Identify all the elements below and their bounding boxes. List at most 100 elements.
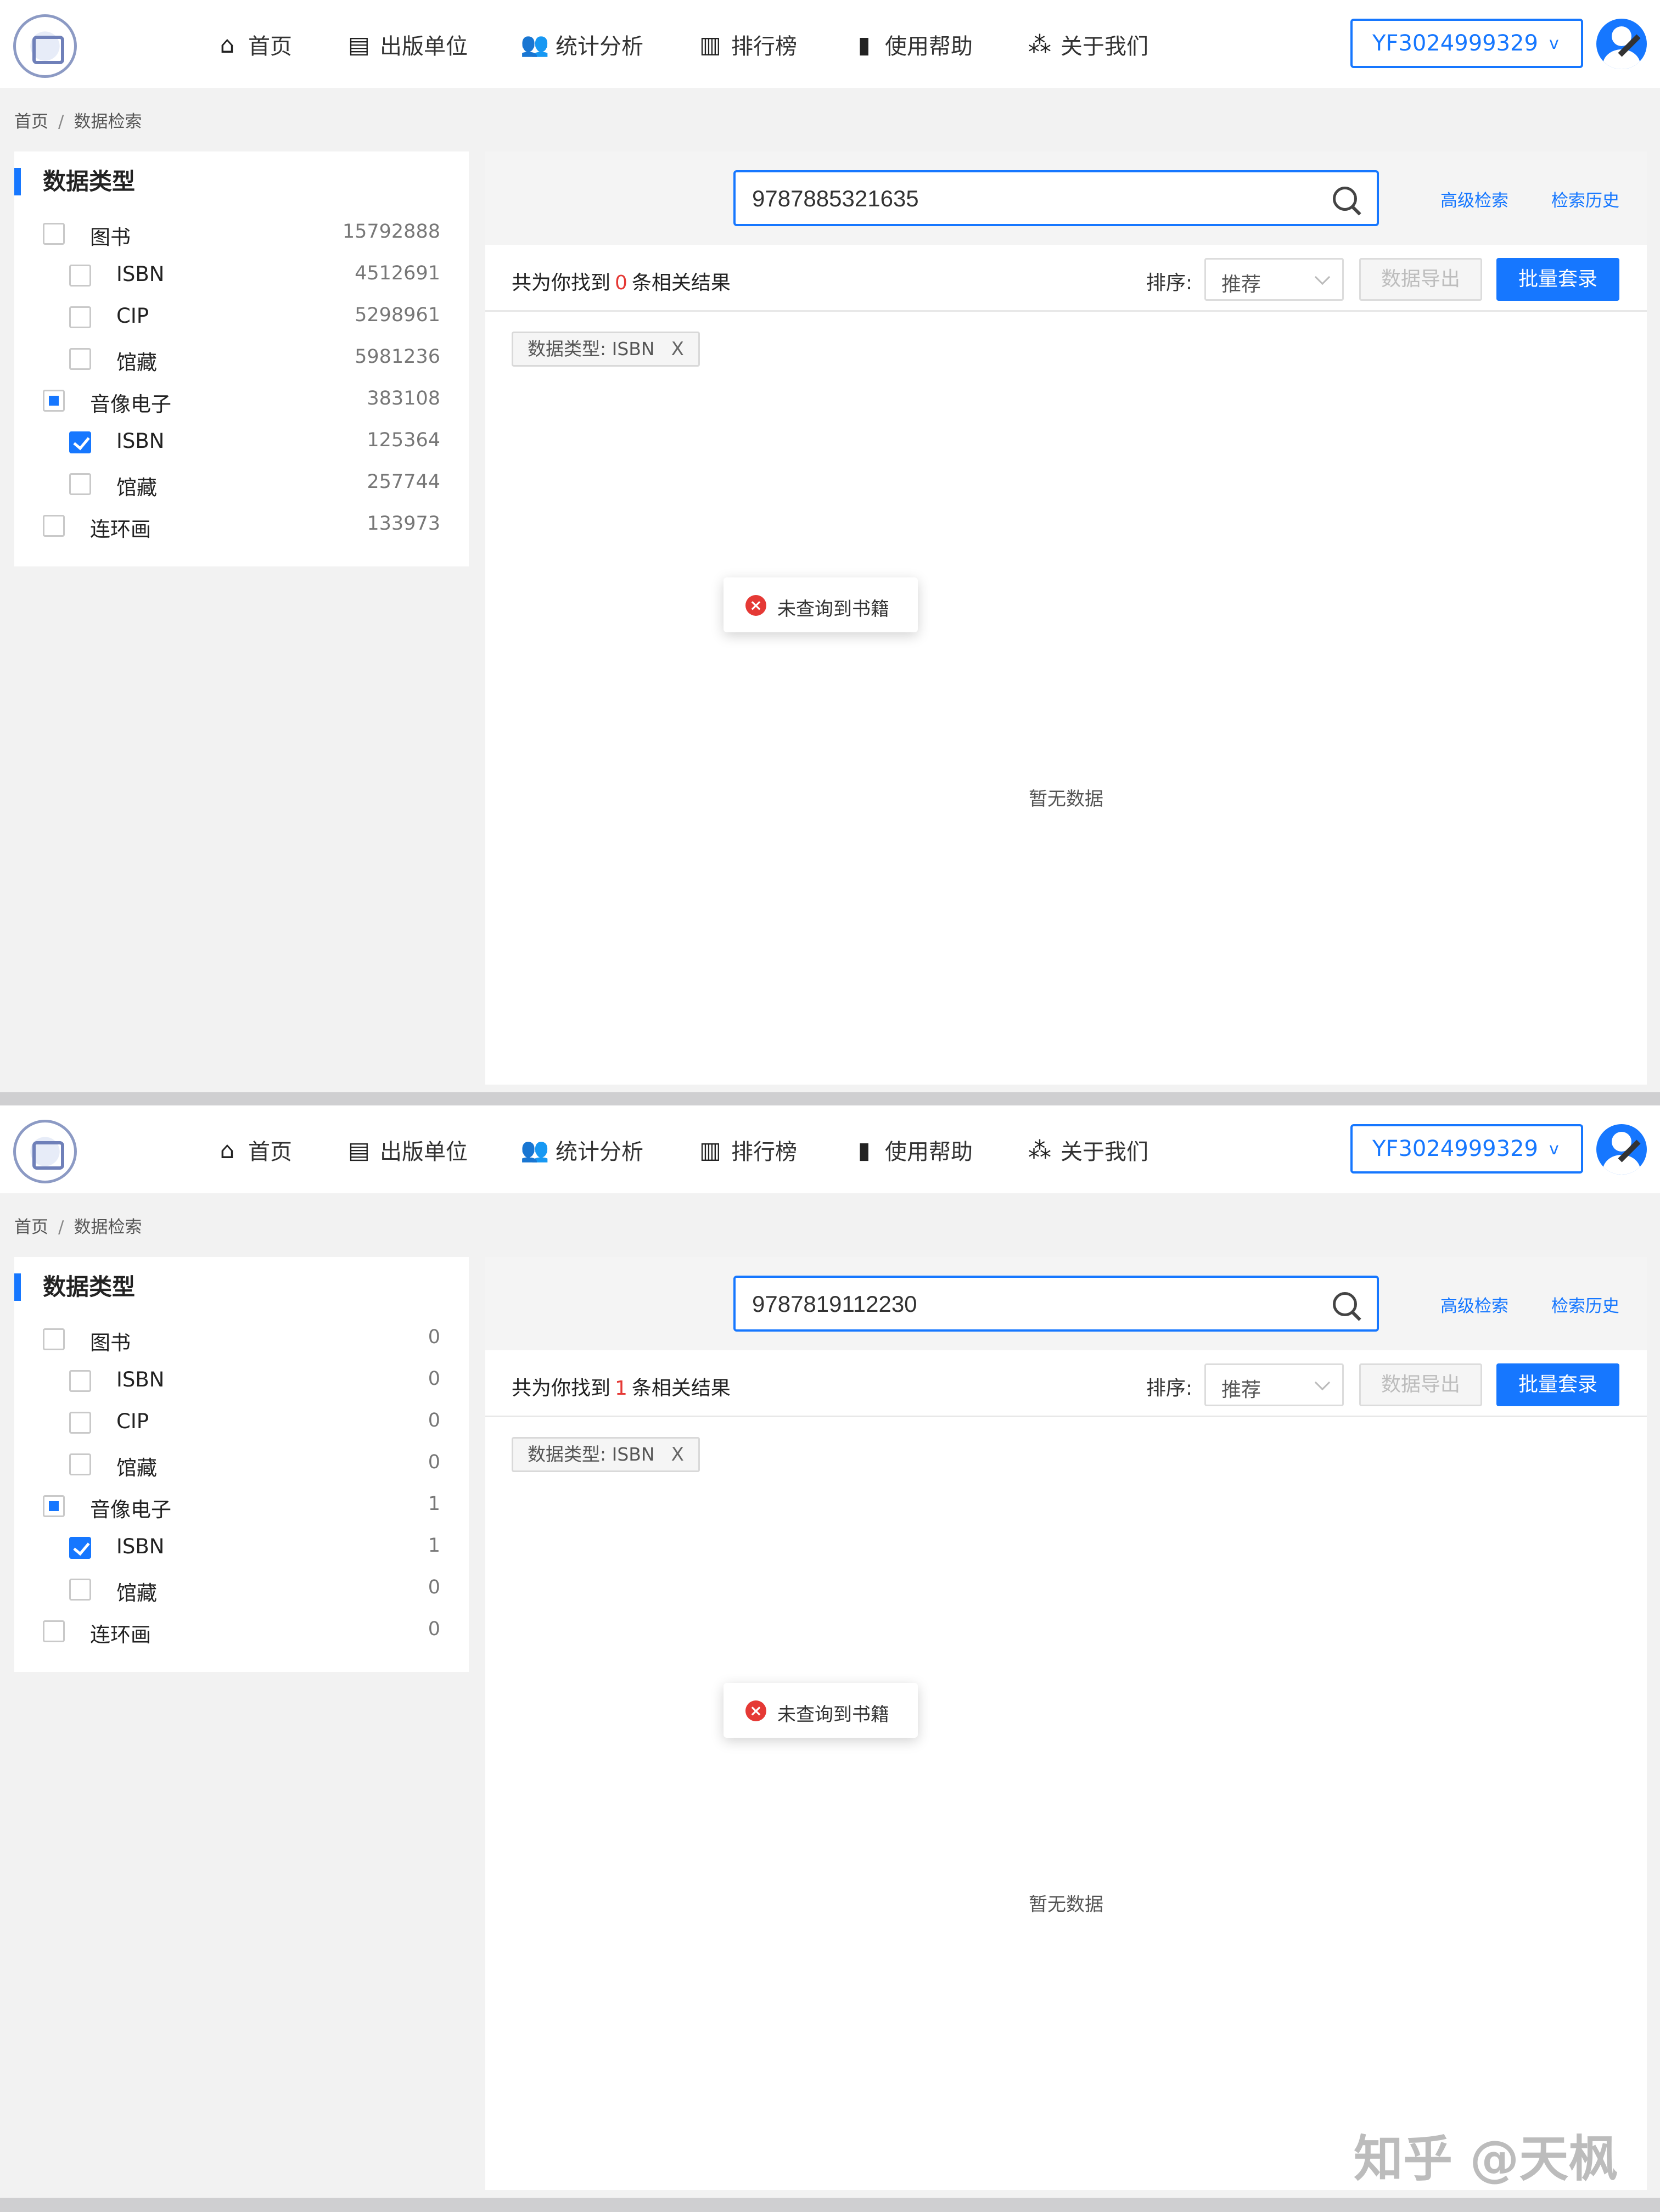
tree-item-av-isbn[interactable]: ISBN 125364 xyxy=(14,425,469,458)
export-button[interactable]: 数据导出 xyxy=(1359,1363,1482,1406)
tree-label: ISBN xyxy=(116,1535,165,1558)
checkbox[interactable] xyxy=(43,515,65,537)
checkbox-checked[interactable] xyxy=(69,1537,91,1559)
tree-item-books-cip[interactable]: CIP 0 xyxy=(14,1405,469,1438)
avatar[interactable] xyxy=(1596,19,1647,69)
tree-item-books[interactable]: 图书 0 xyxy=(14,1322,469,1355)
result-suffix: 条相关结果 xyxy=(631,272,731,294)
tree-item-av-electronic[interactable]: 音像电子 1 xyxy=(14,1489,469,1522)
checkbox[interactable] xyxy=(43,1328,65,1350)
advanced-search-link[interactable]: 高级检索 xyxy=(1440,187,1508,211)
search-box[interactable] xyxy=(733,170,1379,226)
search-history-link[interactable]: 检索历史 xyxy=(1551,187,1619,211)
tree-item-av-electronic[interactable]: 音像电子 383108 xyxy=(14,383,469,416)
site-logo[interactable] xyxy=(13,1120,77,1183)
breadcrumb-home[interactable]: 首页 xyxy=(14,112,48,132)
sort-select[interactable]: 推荐 xyxy=(1204,1363,1344,1406)
search-input[interactable] xyxy=(752,186,1301,212)
nav-item-publishers[interactable]: ▤ 出版单位 xyxy=(345,25,468,64)
tree-count: 5298961 xyxy=(355,304,440,326)
result-suffix: 条相关结果 xyxy=(631,1377,731,1400)
checkbox[interactable] xyxy=(69,1412,91,1434)
sort-select[interactable]: 推荐 xyxy=(1204,258,1344,301)
home-icon: ⌂ xyxy=(220,1136,235,1164)
nav-item-home[interactable]: ⌂ 首页 xyxy=(213,25,292,64)
search-history-link[interactable]: 检索历史 xyxy=(1551,1292,1619,1317)
user-dropdown[interactable]: YF3024999329 v xyxy=(1350,1124,1583,1174)
avatar[interactable] xyxy=(1596,1124,1647,1175)
checkbox[interactable] xyxy=(69,348,91,370)
checkbox[interactable] xyxy=(69,1579,91,1601)
panel-title: 数据类型 xyxy=(14,168,135,195)
site-logo[interactable] xyxy=(13,14,77,78)
advanced-search-link[interactable]: 高级检索 xyxy=(1440,1292,1508,1317)
nav-label: 排行榜 xyxy=(731,1139,797,1165)
breadcrumb: 首页 / 数据检索 xyxy=(14,108,142,132)
screenshot-bottom: ⌂ 首页 ▤ 出版单位 👥 统计分析 ▥ 排行榜 ▮ 使用帮助 ⁂ 关于我们 YF30249… xyxy=(0,1105,1660,2198)
checkbox-indeterminate[interactable] xyxy=(43,390,65,412)
nav-label: 关于我们 xyxy=(1061,34,1148,59)
checkbox[interactable] xyxy=(69,1453,91,1475)
nav-item-publishers[interactable]: ▤ 出版单位 xyxy=(345,1131,468,1169)
checkbox[interactable] xyxy=(43,1620,65,1642)
tree-count: 0 xyxy=(428,1410,440,1431)
export-button[interactable]: 数据导出 xyxy=(1359,258,1482,301)
close-icon[interactable]: X xyxy=(671,338,684,360)
tree-item-comics[interactable]: 连环画 133973 xyxy=(14,508,469,541)
nav-item-about[interactable]: ⁂ 关于我们 xyxy=(1025,25,1148,64)
tree-item-av-holdings[interactable]: 馆藏 0 xyxy=(14,1572,469,1605)
search-box[interactable] xyxy=(733,1276,1379,1332)
nav-item-statistics[interactable]: 👥 统计分析 xyxy=(520,1131,643,1169)
tree-item-av-isbn[interactable]: ISBN 1 xyxy=(14,1530,469,1563)
nav-item-statistics[interactable]: 👥 统计分析 xyxy=(520,25,643,64)
search-icon[interactable] xyxy=(1331,184,1361,215)
book-icon: ▮ xyxy=(857,1136,871,1164)
chevron-down-icon: v xyxy=(1549,33,1559,53)
tree-label: CIP xyxy=(116,304,149,328)
checkbox-indeterminate[interactable] xyxy=(43,1495,65,1517)
error-toast: × 未查询到书籍 xyxy=(724,577,918,632)
tree-item-comics[interactable]: 连环画 0 xyxy=(14,1614,469,1647)
tree-count: 257744 xyxy=(367,471,440,493)
close-icon[interactable]: X xyxy=(671,1444,684,1466)
checkbox[interactable] xyxy=(43,223,65,245)
share-icon: ⁂ xyxy=(1028,31,1051,58)
tree-item-av-holdings[interactable]: 馆藏 257744 xyxy=(14,467,469,499)
batch-import-button[interactable]: 批量套录 xyxy=(1496,258,1619,301)
nav-item-about[interactable]: ⁂ 关于我们 xyxy=(1025,1131,1148,1169)
tree-count: 0 xyxy=(428,1618,440,1640)
data-type-panel: 数据类型 图书 0 ISBN 0 CIP 0 馆藏 0 音像电子 1 ISBN 1 馆藏 0 … xyxy=(14,1257,469,1672)
tree-item-books-cip[interactable]: CIP 5298961 xyxy=(14,300,469,333)
breadcrumb-separator: / xyxy=(58,112,64,132)
search-icon[interactable] xyxy=(1331,1290,1361,1321)
nav-label: 统计分析 xyxy=(556,34,643,59)
nav-item-help[interactable]: ▮ 使用帮助 xyxy=(850,25,973,64)
batch-import-button[interactable]: 批量套录 xyxy=(1496,1363,1619,1406)
user-dropdown[interactable]: YF3024999329 v xyxy=(1350,19,1583,68)
tree-count: 15792888 xyxy=(342,221,440,243)
nav-item-home[interactable]: ⌂ 首页 xyxy=(213,1131,292,1169)
nav-item-ranking[interactable]: ▥ 排行榜 xyxy=(696,1131,797,1169)
nav-label: 统计分析 xyxy=(556,1139,643,1165)
search-input[interactable] xyxy=(752,1291,1301,1317)
tree-item-books-isbn[interactable]: ISBN 4512691 xyxy=(14,258,469,291)
top-header: ⌂ 首页 ▤ 出版单位 👥 统计分析 ▥ 排行榜 ▮ 使用帮助 ⁂ 关于我们 YF30249… xyxy=(0,0,1660,88)
nav-item-help[interactable]: ▮ 使用帮助 xyxy=(850,1131,973,1169)
checkbox-checked[interactable] xyxy=(69,431,91,453)
tree-item-books-holdings[interactable]: 馆藏 5981236 xyxy=(14,341,469,374)
checkbox[interactable] xyxy=(69,306,91,328)
breadcrumb-current: 数据检索 xyxy=(74,112,142,132)
tree-item-books-isbn[interactable]: ISBN 0 xyxy=(14,1363,469,1396)
empty-state: 暂无数据 xyxy=(1029,1894,1103,1916)
tree-label: ISBN xyxy=(116,1368,165,1391)
tree-item-books[interactable]: 图书 15792888 xyxy=(14,216,469,249)
nav-item-ranking[interactable]: ▥ 排行榜 xyxy=(696,25,797,64)
tree-label: CIP xyxy=(116,1410,149,1433)
checkbox[interactable] xyxy=(69,1370,91,1392)
checkbox[interactable] xyxy=(69,473,91,495)
tree-count: 125364 xyxy=(367,429,440,451)
checkbox[interactable] xyxy=(69,265,91,287)
breadcrumb-separator: / xyxy=(58,1217,64,1237)
tree-item-books-holdings[interactable]: 馆藏 0 xyxy=(14,1447,469,1480)
breadcrumb-home[interactable]: 首页 xyxy=(14,1217,48,1237)
